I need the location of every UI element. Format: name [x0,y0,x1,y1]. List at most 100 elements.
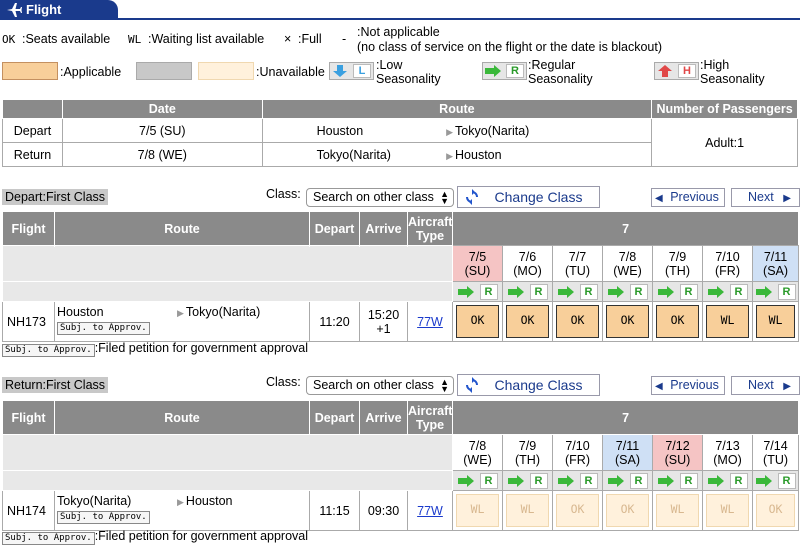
season-letter: R [629,284,648,300]
return-date-cell[interactable]: 7/10 (FR) [552,434,603,471]
applicable-swatch [2,62,58,80]
depart-date-cell[interactable]: 7/6 (MO) [502,245,553,282]
legend-high-label1: :High [700,58,730,72]
depart-time: 11:20 [309,301,360,342]
weekday-label: (TU) [763,452,789,467]
availability-cell[interactable]: WL [702,301,753,342]
low-letter: L [353,64,371,78]
weekday-label: (SU) [464,263,491,278]
depart-date-cell[interactable]: 7/10 (FR) [702,245,753,282]
flight-number: NH173 [2,301,55,342]
col-route-header: Route [54,400,310,435]
arrow-right-icon [557,475,574,487]
availability-cell[interactable]: OK [502,301,553,342]
season-letter: R [729,284,748,300]
availability-status: WL [756,305,796,338]
return-change-class-button[interactable]: Change Class [457,374,600,396]
depart-next-button[interactable]: Next ▶ [731,188,800,207]
return-class-select-value: Search on other class [313,378,434,392]
date-label: 7/7 [568,249,587,264]
availability-status: OK [656,305,699,338]
availability-status: OK [606,494,649,527]
return-date-cell[interactable]: 7/8 (WE) [452,434,503,471]
date-label: 7/10 [715,249,740,264]
legend-wl-code: WL [128,33,142,46]
legend-na-code: - [342,32,347,46]
aircraft-link[interactable]: 77W [417,504,443,518]
depart-date-cell[interactable]: 7/9 (TH) [652,245,703,282]
depart-date-cell[interactable]: 7/11 (SA) [751,245,800,282]
depart-class-select[interactable]: Search on other class ▲ ▼ [306,188,454,207]
return-date-cell[interactable]: 7/14 (TU) [751,434,800,471]
chevron-right-icon: ▶ [783,381,791,392]
legend-na-detail: (no class of service on the flight or th… [357,40,663,54]
chevron-left-icon: ◀ [655,381,663,392]
availability-cell[interactable]: OK [652,301,703,342]
season-cell: R [702,470,753,491]
return-next-button[interactable]: Next ▶ [731,376,800,395]
col-route-header: Route [54,211,310,246]
depart-change-class-button[interactable]: Change Class [457,186,600,208]
return-class-select[interactable]: Search on other class ▲ ▼ [306,376,454,395]
approval-badge: Subj. to Approv. [2,532,95,545]
weekday-label: (WE) [463,452,492,467]
season-letter: R [579,473,598,489]
depart-class-label: Class: [266,187,301,201]
summary-return-date: 7/8 (WE) [61,142,263,167]
return-date-cell[interactable]: 7/12 (SU) [652,434,703,471]
route-arrow-icon: ▶ [177,497,184,507]
availability-status: OK [606,305,649,338]
availability-status: WL [456,494,499,527]
flight-number: NH174 [2,490,55,531]
return-flight-table: Flight Route Depart Arrive Aircraft Type… [2,400,800,531]
arrive-time-value: 15:20 [367,307,400,322]
depart-previous-button[interactable]: ◀ Previous [651,188,725,207]
availability-status: WL [706,305,749,338]
season-cell: R [552,281,603,302]
header-gray-band [2,245,453,282]
arrow-right-icon [755,475,772,487]
aircraft-link[interactable]: 77W [417,315,443,329]
summary-depart-from: Houston [316,123,364,138]
return-date-cell[interactable]: 7/11 (SA) [602,434,653,471]
airplane-icon [7,3,22,17]
depart-month-header: 7 [451,211,800,246]
depart-date-cell[interactable]: 7/7 (TU) [552,245,603,282]
depart-date-cell[interactable]: 7/5 (SU) [452,245,503,282]
chevron-left-icon: ◀ [655,193,663,204]
next-label: Next [748,190,774,204]
aircraft-type: 77W [407,301,453,342]
season-letter: R [479,284,498,300]
season-letter: R [629,473,648,489]
weekday-label: (FR) [715,263,740,278]
high-season-indicator: H [654,62,699,80]
season-letter: R [479,473,498,489]
arrow-right-icon [485,65,501,77]
availability-cell[interactable]: OK [602,301,653,342]
return-date-cell[interactable]: 7/13 (MO) [702,434,753,471]
season-cell: R [751,281,800,302]
return-previous-button[interactable]: ◀ Previous [651,376,725,395]
select-updown-icon: ▲ ▼ [440,189,449,206]
select-updown-icon: ▲ ▼ [440,377,449,394]
return-month-header: 7 [451,400,800,435]
aircraft-header-line2: Type [415,417,445,432]
return-date-cell[interactable]: 7/9 (TH) [502,434,553,471]
route-to: Houston [185,494,233,508]
availability-cell[interactable]: OK [552,301,603,342]
summary-route-header: Route [261,99,653,119]
legend-ok-label: :Seats available [22,32,111,46]
route-from: Tokyo(Narita) [57,494,132,508]
availability-cell[interactable]: OK [452,301,503,342]
availability-cell: OK [602,490,653,531]
legend-low-label2: Seasonality [376,72,441,86]
depart-date-cell[interactable]: 7/8 (WE) [602,245,653,282]
date-label: 7/10 [565,438,590,453]
weekday-label: (TH) [665,263,690,278]
date-label: 7/11 [615,438,640,453]
availability-cell[interactable]: WL [751,301,800,342]
high-letter: H [678,64,696,78]
arrow-down-icon [333,65,347,77]
season-cell: R [452,281,503,302]
season-letter: R [777,284,796,300]
